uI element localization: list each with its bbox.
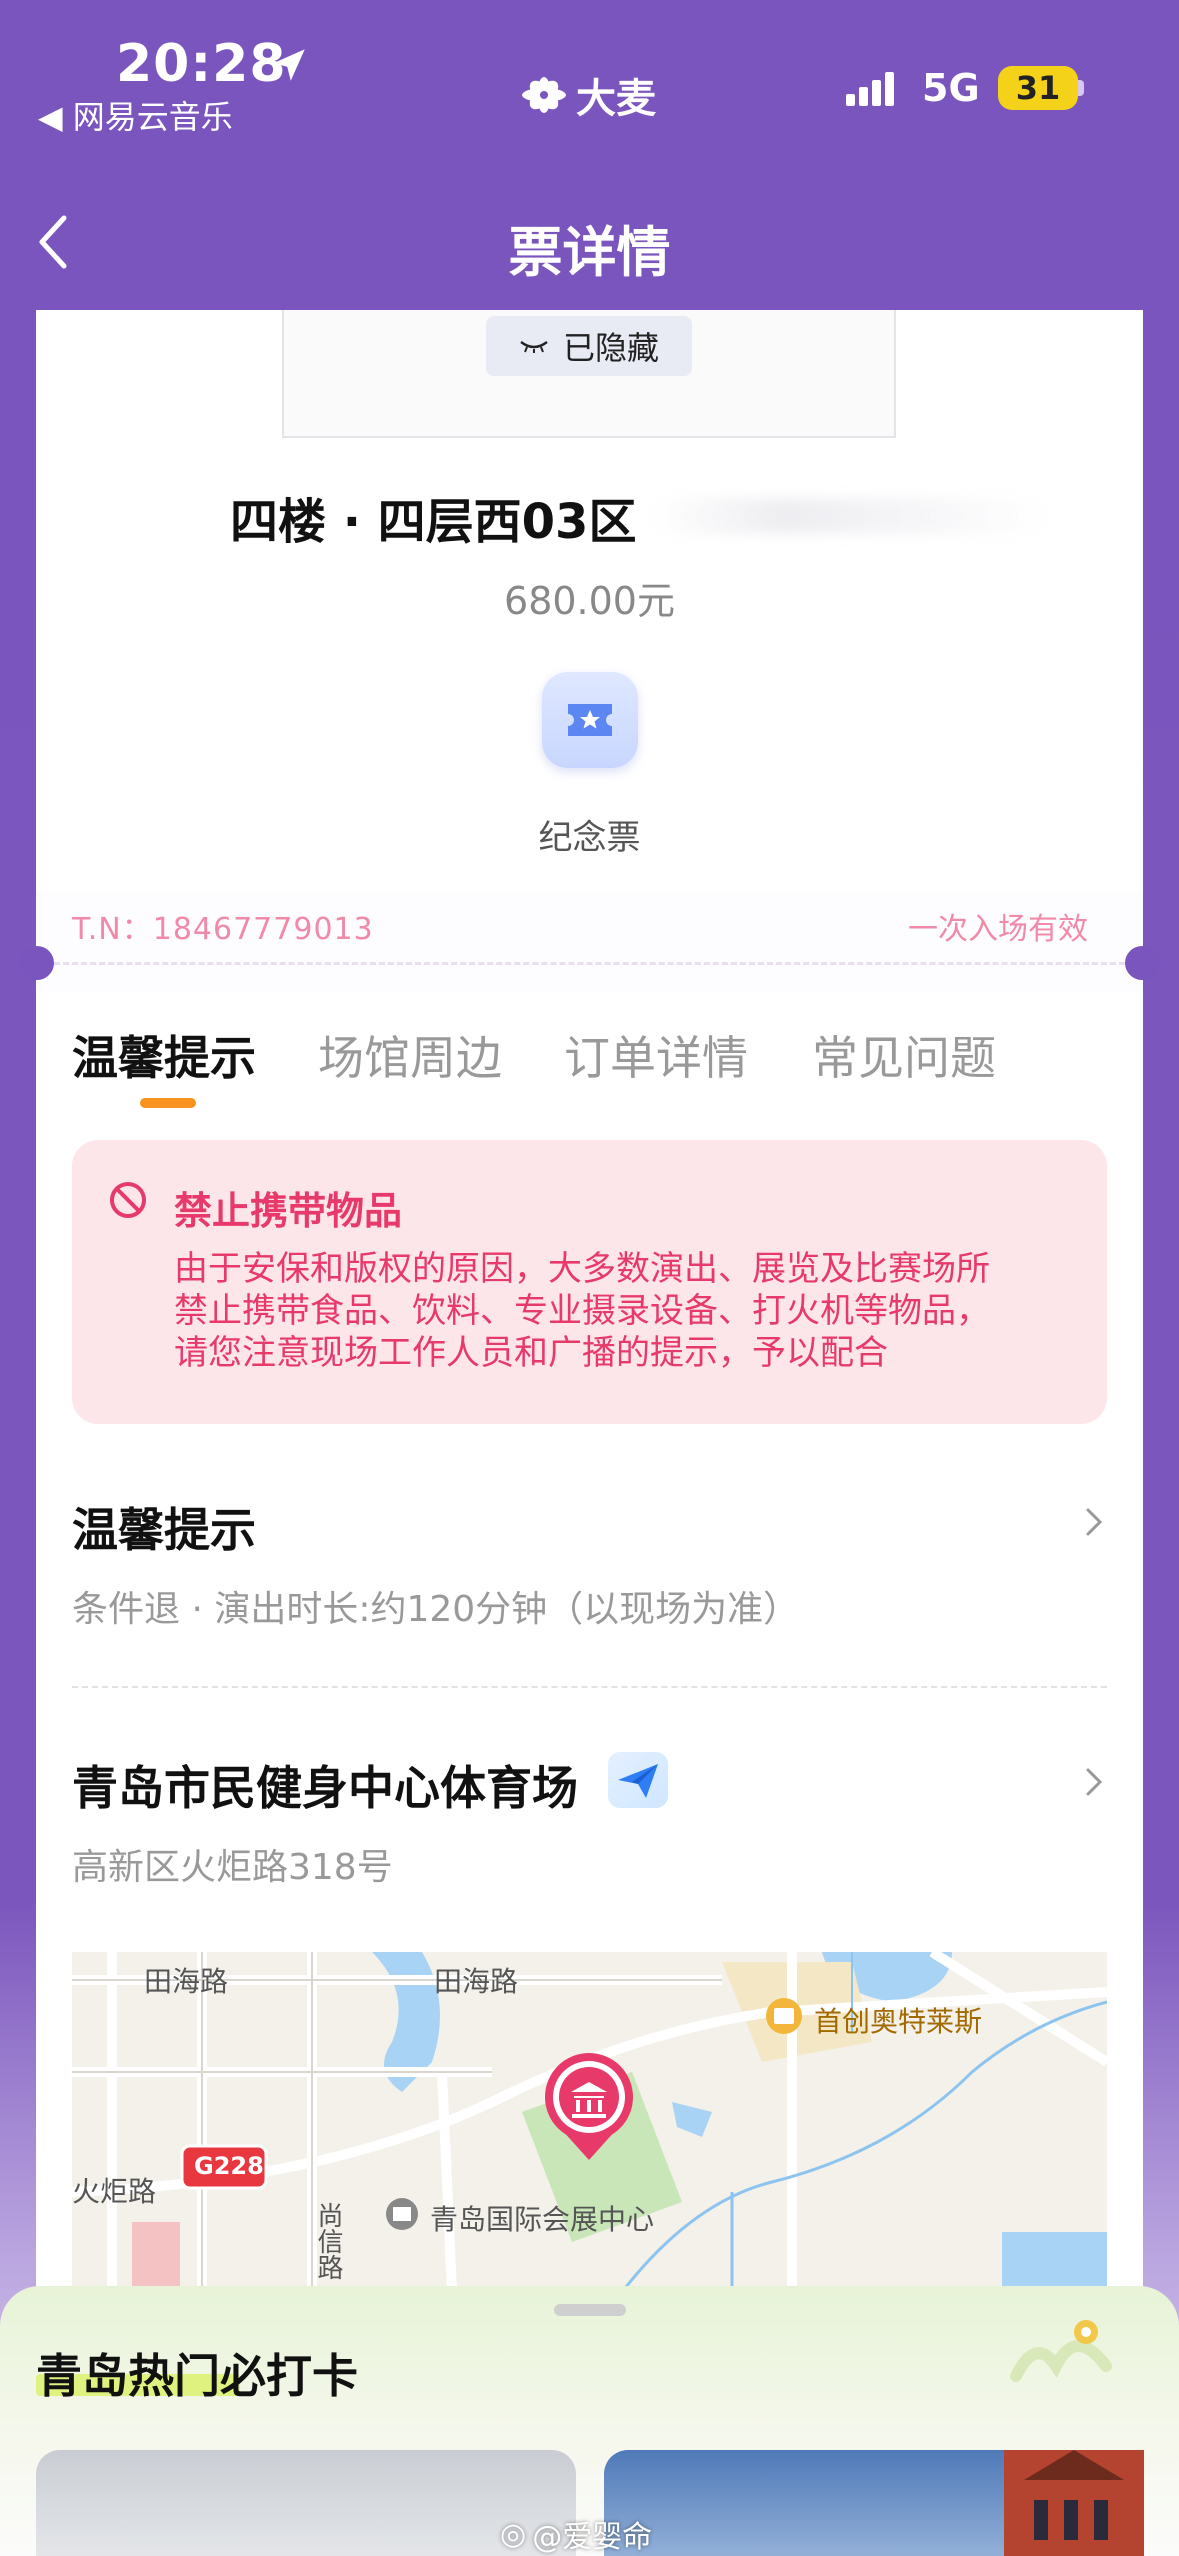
redacted-seat-detail <box>650 498 1050 534</box>
paper-plane-icon <box>618 1764 658 1798</box>
damai-logo-icon <box>522 77 566 113</box>
damai-logo: 大麦 <box>520 70 656 122</box>
seat-info: 四楼 · 四层西03区 <box>230 494 637 550</box>
map-poi-outlet[interactable]: 首创奥特莱斯 <box>814 2000 982 2040</box>
watermark-text: @爱婴命 <box>532 2520 653 2555</box>
ticket-notch-right <box>1125 946 1159 980</box>
tab-tips[interactable]: 温馨提示 <box>72 1022 256 1088</box>
map-road-label: 田海路 <box>144 1965 229 1998</box>
damai-logo-text: 大麦 <box>576 76 656 122</box>
hidden-badge-label: 已隐藏 <box>562 329 659 367</box>
highway-shield-label: G228 <box>194 2152 264 2180</box>
page-title: 票详情 <box>508 221 671 284</box>
back-to-app-link[interactable]: ◀ 网易云音乐 <box>38 92 233 138</box>
souvenir-ticket-icon[interactable] <box>542 672 638 768</box>
prohibited-items-text-line: 禁止携带食品、饮料、专业摄录设备、打火机等物品， <box>174 1291 990 1331</box>
watermark: ◎ @爱婴命 <box>500 2512 652 2556</box>
tips-row-title[interactable]: 温馨提示 <box>72 1494 256 1560</box>
perforation-line <box>54 962 1125 965</box>
entry-validity: 一次入场有效 <box>908 912 1088 947</box>
battery-indicator: 31 <box>998 66 1078 110</box>
prohibited-items-text-line: 由于安保和版权的原因，大多数演出、展览及比赛场所 <box>174 1249 990 1289</box>
map-road-label: 尚信路 <box>313 2202 343 2280</box>
ticket-star-icon <box>568 704 612 736</box>
prohibited-icon <box>110 1182 146 1218</box>
weibo-icon: ◎ <box>500 2516 527 2552</box>
signal-icon <box>846 72 894 106</box>
ticket-notch-left <box>20 946 54 980</box>
venue-name[interactable]: 青岛市民健身中心体育场 <box>72 1752 578 1818</box>
row-divider <box>72 1686 1107 1688</box>
location-pin-decoration-icon <box>1010 2320 1112 2382</box>
map-poi-convention-center[interactable]: 青岛国际会展中心 <box>430 2198 654 2238</box>
sheet-drag-handle[interactable] <box>554 2304 626 2316</box>
tab-venue-surroundings[interactable]: 场馆周边 <box>318 1022 502 1088</box>
network-type: 5G <box>922 66 980 110</box>
hot-spot-card[interactable] <box>36 2450 576 2556</box>
hot-spots-title: 青岛热门必打卡 <box>36 2349 358 2403</box>
navigation-icon[interactable] <box>608 1752 668 1808</box>
prohibited-items-title: 禁止携带物品 <box>174 1189 403 1233</box>
church-photo-thumbnail <box>1004 2450 1144 2556</box>
status-time: 20:28 <box>116 34 287 94</box>
prohibited-items-text-line: 请您注意现场工作人员和广播的提示，予以配合 <box>174 1333 888 1373</box>
closed-eye-icon <box>520 341 548 353</box>
chevron-right-icon[interactable] <box>1082 1502 1106 1542</box>
venue-map[interactable]: 田海路 田海路 首创奥特莱斯 火炬路 G228 青岛国际会展中心 尚信路 <box>72 1952 1107 2292</box>
tips-row-subtitle: 条件退 · 演出时长:约120分钟（以现场为准） <box>72 1589 800 1630</box>
venue-address: 高新区火炬路318号 <box>72 1847 393 1888</box>
battery-nub <box>1078 80 1084 96</box>
hidden-badge[interactable]: 已隐藏 <box>486 316 692 376</box>
souvenir-ticket-label: 纪念票 <box>538 818 641 858</box>
map-road-label: 田海路 <box>434 1965 519 1998</box>
active-tab-indicator <box>140 1098 196 1108</box>
map-road-label: 火炬路 <box>72 2175 157 2208</box>
ticket-number: T.N：18467779013 <box>72 912 374 947</box>
tab-faq[interactable]: 常见问题 <box>812 1022 996 1088</box>
tab-order-details[interactable]: 订单详情 <box>564 1022 748 1088</box>
hot-spot-card[interactable] <box>604 2450 1144 2556</box>
chevron-right-icon[interactable] <box>1082 1762 1106 1802</box>
location-arrow-icon <box>273 49 305 81</box>
ticket-price: 680.00元 <box>504 579 675 623</box>
